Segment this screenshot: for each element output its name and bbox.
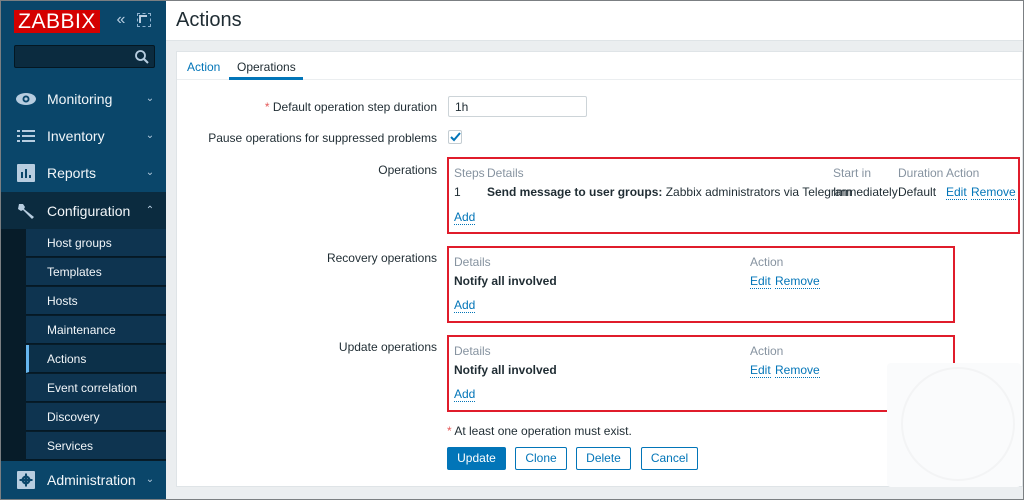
menu-label: Monitoring — [47, 90, 113, 107]
remove-update-link[interactable]: Remove — [775, 364, 820, 378]
update-operations-table: Details Action Notify all involved Edit … — [447, 335, 955, 412]
duration-value: Default — [898, 185, 937, 199]
column-header-start-in: Start in — [833, 166, 872, 180]
bar-chart-icon — [15, 163, 37, 183]
tab-action[interactable]: Action — [187, 60, 220, 80]
column-header-action: Action — [750, 344, 784, 358]
step-value: 1 — [454, 185, 461, 199]
update-details: Notify all involved — [454, 363, 557, 377]
page-footer — [166, 487, 1023, 499]
edit-recovery-link[interactable]: Edit — [750, 275, 771, 289]
edit-update-link[interactable]: Edit — [750, 364, 771, 378]
page-title: Actions — [176, 9, 242, 31]
menu-item-inventory[interactable]: Inventory ⌄ — [1, 117, 166, 154]
operations-table: Steps Details Start in Duration Action 1… — [447, 157, 1020, 234]
zabbix-logo[interactable]: ZABBIX — [14, 10, 100, 33]
chevron-down-icon: ⌄ — [145, 167, 155, 178]
checkmark-icon — [450, 132, 461, 142]
gear-icon — [15, 470, 37, 490]
operations-label: Operations — [378, 163, 437, 177]
recovery-operations-label: Recovery operations — [326, 251, 437, 265]
start-in-value: Immediately — [833, 185, 898, 199]
menu-item-administration[interactable]: Administration ⌄ — [1, 461, 166, 498]
cancel-button[interactable]: Cancel — [641, 447, 698, 470]
search-icon[interactable] — [134, 49, 150, 65]
chevron-down-icon: ⌄ — [145, 474, 155, 485]
update-operations-label: Update operations — [338, 340, 437, 354]
sidebar-search — [14, 45, 155, 68]
menu-label: Reports — [47, 164, 97, 181]
configuration-submenu: Host groups Templates Hosts Maintenance … — [1, 229, 166, 461]
chevron-up-icon: ⌃ — [145, 205, 155, 216]
chevron-down-icon: ⌄ — [145, 93, 155, 104]
column-header-duration: Duration — [898, 166, 944, 180]
step-duration-input[interactable] — [448, 96, 587, 117]
submenu-item-services[interactable]: Services — [26, 432, 166, 460]
sidebar-search-input[interactable] — [15, 46, 133, 67]
submenu-item-discovery[interactable]: Discovery — [26, 403, 166, 431]
menu-label: Inventory — [47, 127, 105, 144]
submenu-item-event-correlation[interactable]: Event correlation — [26, 374, 166, 402]
recovery-details: Notify all involved — [454, 274, 557, 288]
column-header-steps: Steps — [454, 166, 485, 180]
submenu-item-actions[interactable]: Actions — [26, 345, 166, 373]
submenu-item-hosts[interactable]: Hosts — [26, 287, 166, 315]
list-icon — [15, 126, 37, 146]
sidebar: ZABBIX « Monitoring ⌄ Inventory ⌄ Report… — [1, 1, 166, 499]
pause-suppressed-checkbox[interactable] — [448, 130, 462, 144]
clone-button[interactable]: Clone — [515, 447, 567, 470]
eye-icon — [15, 89, 37, 109]
collapse-sidebar-icon[interactable]: « — [113, 11, 129, 29]
menu-label: Configuration — [47, 202, 131, 219]
menu-label: Administration — [47, 471, 136, 488]
column-header-details: Details — [454, 255, 491, 269]
add-update-link[interactable]: Add — [454, 388, 476, 402]
edit-operation-link[interactable]: Edit — [946, 186, 967, 200]
required-note: * At least one operation must exist. — [447, 424, 632, 438]
pause-suppressed-label: Pause operations for suppressed problems — [208, 131, 437, 145]
watermark-image — [887, 363, 1021, 487]
sidebar-header: ZABBIX « — [1, 1, 166, 76]
remove-recovery-link[interactable]: Remove — [775, 275, 820, 289]
operation-details: Send message to user groups: Zabbix admi… — [487, 185, 852, 199]
tab-bar: Action Operations — [177, 52, 1022, 80]
kiosk-mode-icon[interactable] — [137, 13, 151, 27]
column-header-details: Details — [454, 344, 491, 358]
submenu-item-templates[interactable]: Templates — [26, 258, 166, 286]
page-header: Actions — [166, 1, 1023, 41]
column-header-details: Details — [487, 166, 524, 180]
column-header-action: Action — [750, 255, 784, 269]
add-recovery-link[interactable]: Add — [454, 299, 476, 313]
active-tab-indicator — [229, 77, 303, 80]
chevron-down-icon: ⌄ — [145, 130, 155, 141]
add-operation-link[interactable]: Add — [454, 211, 476, 225]
submenu-item-host-groups[interactable]: Host groups — [26, 229, 166, 257]
delete-button[interactable]: Delete — [576, 447, 631, 470]
step-duration-label: * Default operation step duration — [264, 100, 437, 114]
update-button[interactable]: Update — [447, 447, 506, 470]
menu-item-reports[interactable]: Reports ⌄ — [1, 154, 166, 191]
required-mark: * — [264, 100, 270, 114]
remove-operation-link[interactable]: Remove — [971, 186, 1016, 200]
recovery-operations-table: Details Action Notify all involved Edit … — [447, 246, 955, 323]
column-header-action: Action — [946, 166, 980, 180]
menu-item-monitoring[interactable]: Monitoring ⌄ — [1, 80, 166, 117]
submenu-item-maintenance[interactable]: Maintenance — [26, 316, 166, 344]
wrench-icon — [15, 201, 37, 221]
menu-item-configuration[interactable]: Configuration ⌃ — [1, 192, 166, 229]
